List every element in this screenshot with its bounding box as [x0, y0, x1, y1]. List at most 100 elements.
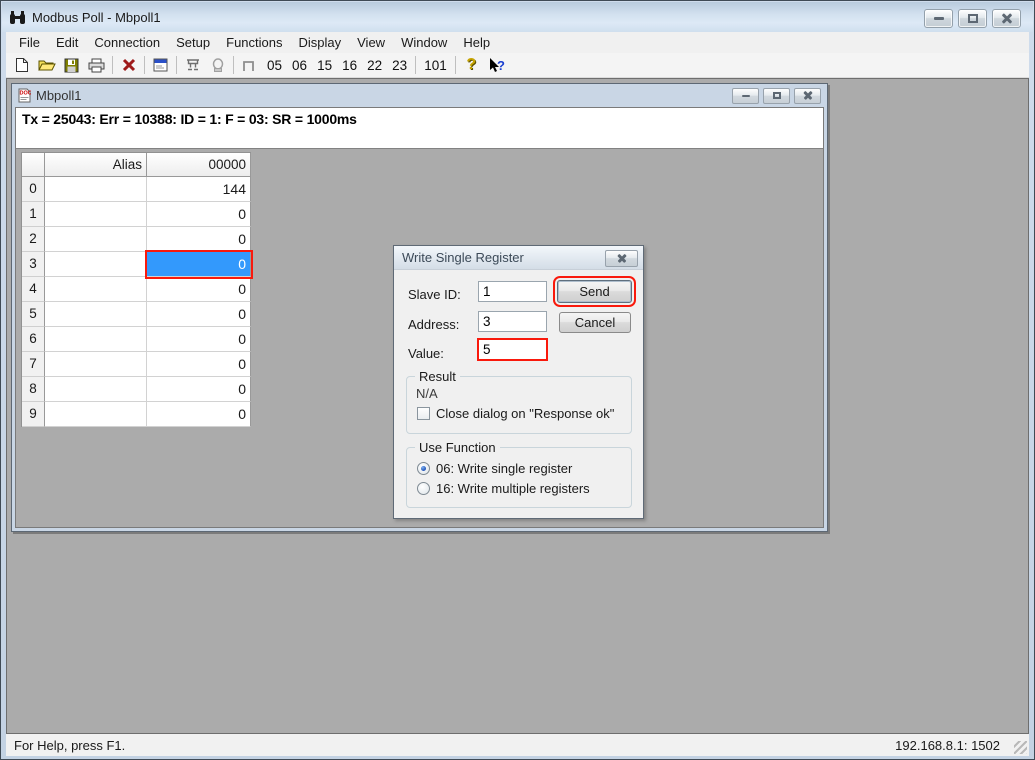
poll-once-button[interactable]	[237, 54, 262, 77]
toolbar-func-16[interactable]: 16	[337, 54, 362, 77]
alias-cell[interactable]	[45, 327, 147, 352]
comm-traffic-button[interactable]	[180, 54, 205, 77]
toolbar-func-06[interactable]: 06	[287, 54, 312, 77]
grid-row: 50	[22, 302, 251, 327]
alias-cell[interactable]	[45, 277, 147, 302]
selected-value-cell[interactable]: 0	[147, 252, 251, 277]
help-icon: ?	[466, 56, 476, 74]
toolbar-separator	[233, 56, 234, 74]
new-file-button[interactable]	[9, 54, 34, 77]
use-function-group: Use Function 06: Write single register16…	[406, 447, 632, 508]
toolbar-separator	[144, 56, 145, 74]
menu-bar: FileEditConnectionSetupFunctionsDisplayV…	[6, 32, 1029, 53]
resize-grip[interactable]	[1014, 741, 1027, 754]
child-minimize-button[interactable]	[732, 88, 759, 104]
menu-help[interactable]: Help	[455, 32, 498, 53]
context-help-button[interactable]: ?	[484, 54, 509, 77]
value-cell[interactable]: 0	[147, 402, 251, 427]
help-button[interactable]: ?	[459, 54, 484, 77]
save-button[interactable]	[59, 54, 84, 77]
dialog-title: Write Single Register	[402, 250, 524, 265]
close-icon	[617, 254, 627, 263]
close-on-response-row: Close dialog on "Response ok"	[417, 406, 614, 421]
menu-file[interactable]: File	[11, 32, 48, 53]
grid-row: 20	[22, 227, 251, 252]
alias-cell[interactable]	[45, 252, 147, 277]
menu-connection[interactable]: Connection	[86, 32, 168, 53]
grid-header-row: Alias 00000	[22, 153, 251, 177]
close-icon	[1001, 13, 1013, 24]
toolbar-func-05[interactable]: 05	[262, 54, 287, 77]
grid-row: 30	[22, 252, 251, 277]
poll-definition-button[interactable]: 101	[419, 54, 452, 77]
minimize-button[interactable]	[924, 9, 953, 28]
alias-cell[interactable]	[45, 302, 147, 327]
use-function-group-label: Use Function	[415, 440, 500, 455]
alias-cell[interactable]	[45, 227, 147, 252]
grid-row: 10	[22, 202, 251, 227]
function-option-16[interactable]: 16: Write multiple registers	[417, 480, 631, 496]
alias-cell[interactable]	[45, 402, 147, 427]
alias-cell[interactable]	[45, 202, 147, 227]
grid-row: 80	[22, 377, 251, 402]
menu-functions[interactable]: Functions	[218, 32, 290, 53]
value-field[interactable]	[478, 339, 547, 360]
alias-cell[interactable]	[45, 177, 147, 202]
row-header: 1	[22, 202, 45, 227]
toolbar-func-22[interactable]: 22	[362, 54, 387, 77]
print-button[interactable]	[84, 54, 109, 77]
value-cell[interactable]: 0	[147, 377, 251, 402]
function-option-06[interactable]: 06: Write single register	[417, 460, 631, 476]
svg-text:DOC: DOC	[20, 91, 32, 97]
grid-header-alias: Alias	[45, 153, 147, 177]
alias-cell[interactable]	[45, 377, 147, 402]
pulse-icon	[242, 59, 258, 72]
grid-row: 70	[22, 352, 251, 377]
menu-setup[interactable]: Setup	[168, 32, 218, 53]
menu-edit[interactable]: Edit	[48, 32, 86, 53]
value-cell[interactable]: 0	[147, 302, 251, 327]
row-header: 3	[22, 252, 45, 277]
value-cell[interactable]: 0	[147, 227, 251, 252]
cancel-button[interactable]: Cancel	[559, 312, 631, 333]
response-ok-checkbox[interactable]	[417, 407, 430, 420]
open-file-button[interactable]	[34, 54, 59, 77]
disconnect-button[interactable]	[116, 54, 141, 77]
menu-display[interactable]: Display	[291, 32, 350, 53]
minimize-icon	[934, 17, 944, 20]
menu-window[interactable]: Window	[393, 32, 455, 53]
device-icon	[211, 58, 225, 73]
close-button[interactable]	[992, 9, 1021, 28]
value-cell[interactable]: 0	[147, 327, 251, 352]
result-group: Result N/A Close dialog on "Response ok"	[406, 376, 632, 434]
device-monitor-button[interactable]	[205, 54, 230, 77]
toolbar-func-15[interactable]: 15	[312, 54, 337, 77]
mbpoll1-titlebar: DOC Mbpoll1	[15, 84, 824, 107]
dialog-close-button[interactable]	[605, 250, 638, 267]
result-status: N/A	[416, 386, 438, 401]
minimize-icon	[742, 95, 750, 97]
value-cell[interactable]: 0	[147, 202, 251, 227]
value-cell[interactable]: 0	[147, 352, 251, 377]
child-close-button[interactable]	[794, 88, 821, 104]
restore-button[interactable]	[958, 9, 987, 28]
child-restore-button[interactable]	[763, 88, 790, 104]
alias-cell[interactable]	[45, 352, 147, 377]
value-cell[interactable]: 144	[147, 177, 251, 202]
value-cell[interactable]: 0	[147, 277, 251, 302]
row-header: 4	[22, 277, 45, 302]
menu-view[interactable]: View	[349, 32, 393, 53]
comm-traffic-icon	[185, 58, 201, 73]
grid-header-00000: 00000	[147, 153, 251, 177]
status-bar: For Help, press F1. 192.168.8.1: 1502	[6, 734, 1029, 756]
send-button[interactable]: Send	[557, 280, 632, 303]
main-titlebar: Modbus Poll - Mbpoll1	[2, 2, 1033, 32]
register-grid: Alias 00000 0144102030405060708090	[21, 152, 251, 427]
toolbar-separator	[415, 56, 416, 74]
radio-label: 06: Write single register	[436, 461, 572, 476]
toolbar-func-23[interactable]: 23	[387, 54, 412, 77]
address-field[interactable]	[478, 311, 547, 332]
toolbar-separator	[176, 56, 177, 74]
setup-window-button[interactable]	[148, 54, 173, 77]
slave-id-field[interactable]	[478, 281, 547, 302]
